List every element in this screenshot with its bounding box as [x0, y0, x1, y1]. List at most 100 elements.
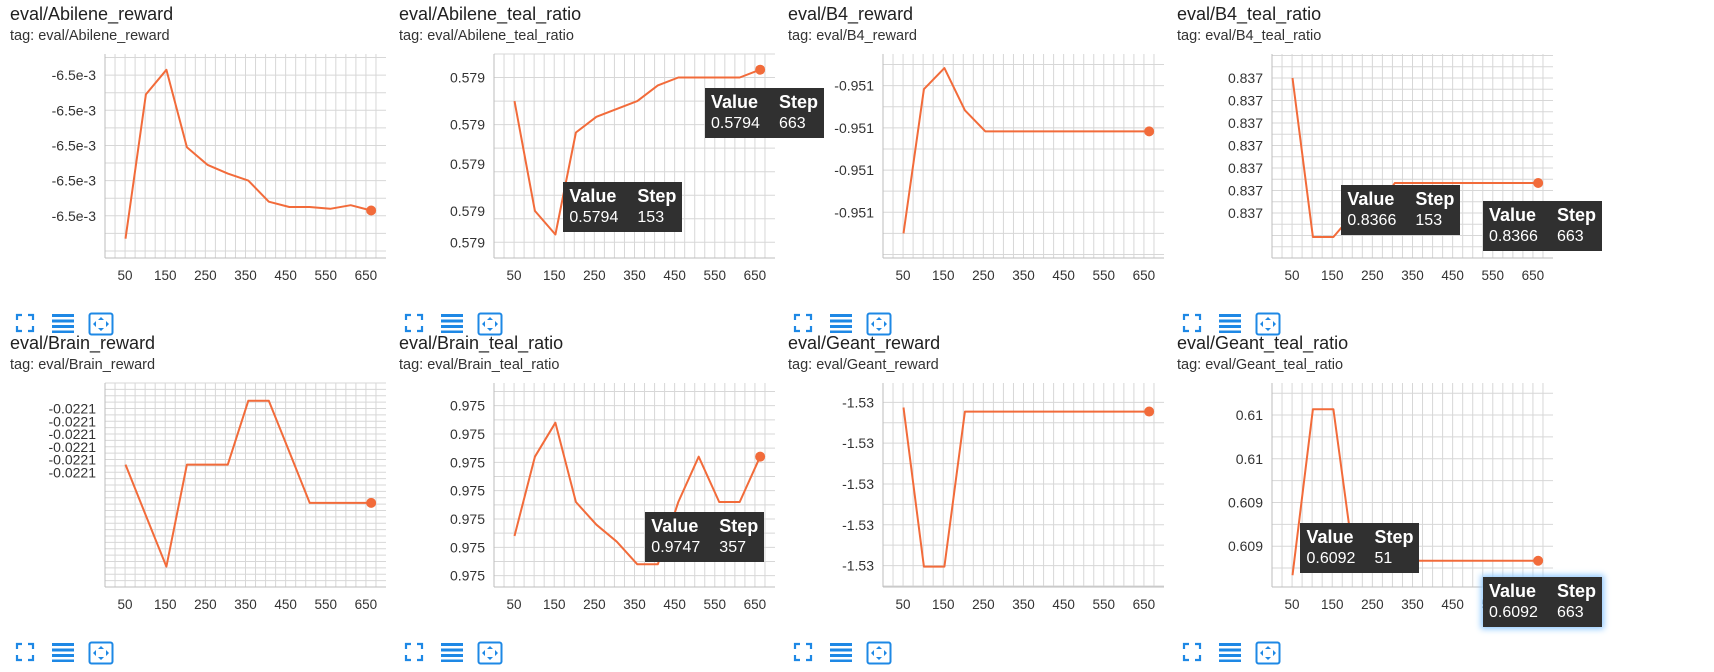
x-tick-label: 650 — [1133, 597, 1156, 612]
last-point-marker[interactable] — [366, 497, 377, 508]
fullscreen-icon[interactable] — [1181, 641, 1207, 665]
tooltip-value: 0.8366 — [1347, 212, 1397, 229]
x-tick-label: 450 — [1052, 597, 1075, 612]
value-tooltip: Value Step 0.6092 663 — [1483, 577, 1603, 627]
x-tick-label: 650 — [744, 268, 767, 283]
x-tick-label: 150 — [1321, 268, 1344, 283]
x-tick-label: 450 — [274, 597, 297, 612]
fullscreen-icon[interactable] — [403, 641, 429, 665]
tooltip-value-header: Value — [1489, 205, 1537, 225]
x-tick-label: 250 — [194, 268, 217, 283]
y-tick-label: 0.837 — [1228, 205, 1263, 221]
line-chart[interactable]: 0.975 0.975 0.975 0.975 0.975 0.975 0.975 50 150… — [389, 373, 809, 623]
tooltip-step-header: Step — [1557, 205, 1597, 225]
x-tick-label: 250 — [583, 268, 606, 283]
tooltip-value: 0.5794 — [711, 114, 760, 132]
value-tooltip: Value Step 0.5794 153 — [563, 182, 683, 233]
tooltip-value-header: Value — [651, 516, 699, 537]
data-table-icon[interactable] — [828, 641, 854, 665]
x-tick-label: 350 — [234, 268, 257, 283]
last-point-marker[interactable] — [366, 205, 377, 216]
x-tick-label: 550 — [1093, 268, 1116, 283]
line-chart[interactable]: 0.837 0.837 0.837 0.837 0.837 0.837 0.837 50 150… — [1167, 44, 1587, 294]
series-line — [902, 67, 1150, 234]
tooltip-step-header: Step — [637, 186, 677, 207]
card-title: eval/Brain_reward — [10, 333, 156, 353]
x-tick-label: 350 — [1401, 597, 1424, 612]
fullscreen-icon[interactable] — [14, 641, 40, 665]
line-chart[interactable]: -0.951 -0.951 -0.951 -0.951 50 150 250 350 450 55… — [778, 44, 1198, 294]
x-tick-label: 550 — [704, 597, 727, 612]
card-tag: tag: eval/Geant_teal_ratio — [1177, 357, 1344, 373]
last-point-marker[interactable] — [755, 64, 766, 75]
last-point-marker[interactable] — [1533, 178, 1544, 188]
line-chart[interactable]: -6.5e-3 -6.5e-3 -6.5e-3 -6.5e-3 -6.5e-3 50 150… — [0, 44, 420, 294]
line-chart[interactable]: -0.0221-0.0221-0.0221-0.0221-0.0221-0.02… — [0, 373, 420, 623]
y-tick-label: 0.837 — [1228, 93, 1263, 109]
tooltip-step-header: Step — [1374, 527, 1414, 548]
fit-domain-icon[interactable] — [88, 641, 114, 665]
data-table-icon[interactable] — [50, 641, 76, 665]
y-tick-label: 0.579 — [450, 70, 485, 86]
x-tick-label: 550 — [315, 597, 338, 612]
value-tooltip: Value Step 0.6092 51 — [1300, 523, 1420, 574]
line-chart[interactable]: -1.53 -1.53 -1.53 -1.53 -1.53 50 150 250 350 450 5… — [778, 373, 1198, 623]
tooltip-step: 663 — [1557, 228, 1584, 245]
y-tick-label: 0.609 — [1228, 494, 1263, 510]
x-tick-label: 250 — [972, 597, 995, 612]
series-line — [124, 68, 372, 239]
y-tick-label: 0.837 — [1228, 138, 1263, 154]
y-tick-label: 0.837 — [1228, 160, 1263, 176]
tooltip-value: 0.6092 — [1306, 550, 1356, 568]
tooltip-value-header: Value — [711, 91, 759, 112]
scalar-card: eval/Abilene_teal_ratio tag: eval/Abilene… — [389, 0, 825, 336]
x-tick-label: 550 — [315, 268, 338, 283]
x-tick-label: 650 — [1522, 268, 1545, 283]
tooltip-step: 663 — [1557, 604, 1584, 621]
line-chart[interactable]: 0.579 0.579 0.579 0.579 0.579 50 150 250 350 450 5… — [389, 44, 809, 294]
card-title: eval/Abilene_teal_ratio — [399, 4, 582, 24]
y-tick-label: -1.53 — [842, 558, 874, 574]
data-table-icon[interactable] — [439, 641, 465, 665]
last-point-marker[interactable] — [755, 451, 766, 462]
y-tick-label: 0.61 — [1236, 407, 1263, 423]
card-title: eval/Geant_teal_ratio — [1177, 333, 1349, 353]
x-tick-label: 350 — [623, 597, 646, 612]
x-tick-label: 450 — [274, 268, 297, 283]
y-tick-label: 0.975 — [450, 454, 485, 470]
y-tick-label: -1.53 — [842, 394, 874, 410]
fullscreen-icon[interactable] — [792, 641, 818, 665]
data-table-icon[interactable] — [1217, 641, 1243, 665]
card-title: eval/B4_reward — [788, 4, 914, 24]
x-tick-label: 50 — [1285, 597, 1300, 612]
x-tick-label: 350 — [1012, 268, 1035, 283]
card-title: eval/Brain_teal_ratio — [399, 333, 564, 353]
x-tick-label: 250 — [1361, 268, 1384, 283]
scalar-card: eval/B4_reward tag: eval/B4_reward -0.951-… — [778, 0, 1198, 336]
y-tick-label: -1.53 — [842, 517, 874, 533]
y-tick-label: 0.579 — [450, 203, 485, 219]
x-tick-label: 50 — [896, 597, 911, 612]
last-point-marker[interactable] — [1144, 126, 1155, 137]
y-tick-label: -6.5e-3 — [52, 102, 97, 118]
x-tick-label: 650 — [355, 268, 378, 283]
tooltip-step-header: Step — [1557, 581, 1597, 601]
last-point-marker[interactable] — [1533, 555, 1544, 566]
fit-domain-icon[interactable] — [1255, 641, 1281, 665]
y-tick-label: 0.837 — [1228, 115, 1263, 131]
fit-domain-icon[interactable] — [477, 641, 503, 665]
x-tick-label: 150 — [154, 597, 177, 612]
series-line — [902, 407, 1150, 568]
x-tick-label: 650 — [744, 597, 767, 612]
x-tick-label: 50 — [507, 268, 522, 283]
x-tick-label: 150 — [1321, 597, 1344, 612]
fit-domain-icon[interactable] — [866, 641, 892, 665]
x-tick-label: 450 — [1052, 268, 1075, 283]
last-point-marker[interactable] — [1144, 406, 1155, 417]
tooltip-value: 0.9747 — [651, 539, 701, 557]
x-tick-label: 150 — [543, 268, 566, 283]
y-tick-label: -0.0221 — [49, 464, 97, 480]
card-tag: tag: eval/Abilene_teal_ratio — [399, 28, 574, 44]
tooltip-step: 357 — [719, 539, 746, 557]
x-tick-label: 550 — [704, 268, 727, 283]
